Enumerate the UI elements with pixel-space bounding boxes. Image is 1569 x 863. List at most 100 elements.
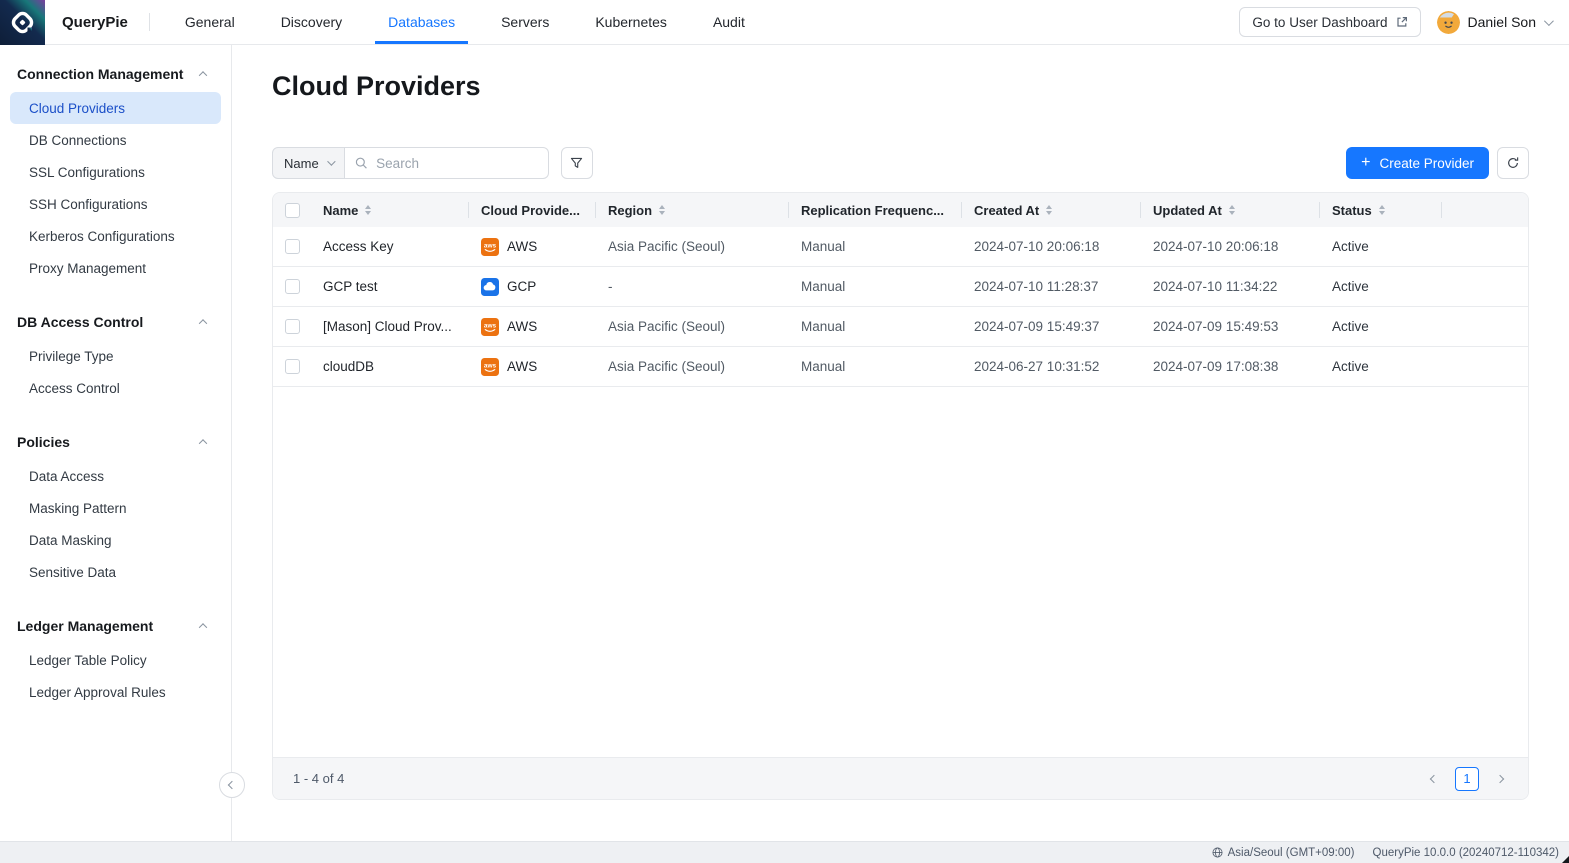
column-header-checkbox[interactable] xyxy=(273,193,311,227)
sidebar-collapse-button[interactable] xyxy=(219,772,245,798)
filter-button[interactable] xyxy=(561,147,593,179)
table-row[interactable]: [Mason] Cloud Prov...awsAWSAsia Pacific … xyxy=(273,307,1528,347)
search-input[interactable] xyxy=(374,155,538,172)
table-row[interactable]: Access KeyawsAWSAsia Pacific (Seoul)Manu… xyxy=(273,227,1528,267)
sort-down-icon xyxy=(1046,211,1052,215)
cell-created-at: 2024-07-10 11:28:37 xyxy=(962,279,1141,294)
sidebar-item-data-masking[interactable]: Data Masking xyxy=(10,524,221,556)
row-checkbox[interactable] xyxy=(285,359,300,374)
aws-icon: aws xyxy=(481,358,499,376)
sort-icon xyxy=(1046,205,1052,215)
column-label: Replication Frequenc... xyxy=(801,203,944,218)
svg-text:aws: aws xyxy=(484,322,497,329)
sort-down-icon xyxy=(659,211,665,215)
cell-cloud-provider: awsAWS xyxy=(469,238,596,256)
provider-label: GCP xyxy=(507,279,536,294)
sidebar-item-privilege-type[interactable]: Privilege Type xyxy=(10,340,221,372)
sidebar-item-proxy-management[interactable]: Proxy Management xyxy=(10,252,221,284)
previous-page-button[interactable] xyxy=(1426,771,1442,787)
next-page-button[interactable] xyxy=(1492,771,1508,787)
cell-cloud-provider: aws AWS xyxy=(469,358,596,376)
content-area: Connection ManagementCloud ProvidersDB C… xyxy=(0,45,1569,841)
tab-servers[interactable]: Servers xyxy=(488,0,562,44)
sidebar-section-db-access-control: DB Access Control Privilege TypeAccess Co… xyxy=(0,311,231,404)
cell-checkbox xyxy=(273,239,311,254)
provider-label: AWS xyxy=(507,359,537,374)
column-header-status[interactable]: Status xyxy=(1320,193,1442,227)
select-all-checkbox[interactable] xyxy=(285,203,300,218)
sidebar-item-data-access[interactable]: Data Access xyxy=(10,460,221,492)
table-row[interactable]: cloudDBawsAWSAsia Pacific (Seoul)Manual2… xyxy=(273,347,1528,387)
sidebar-section-title: Ledger Management xyxy=(17,618,153,634)
user-menu[interactable]: Daniel Son xyxy=(1437,11,1552,34)
status-bar: Asia/Seoul (GMT+09:00) QueryPie 10.0.0 (… xyxy=(0,841,1569,863)
sidebar-section-header-policies[interactable]: Policies xyxy=(0,431,231,453)
sort-icon xyxy=(365,205,371,215)
sidebar-item-ledger-table-policy[interactable]: Ledger Table Policy xyxy=(10,644,221,676)
sidebar-item-kerberos-configurations[interactable]: Kerberos Configurations xyxy=(10,220,221,252)
avatar xyxy=(1437,11,1460,34)
sort-up-icon xyxy=(1229,205,1235,209)
sidebar-item-ssl-configurations[interactable]: SSL Configurations xyxy=(10,156,221,188)
column-header-region[interactable]: Region xyxy=(596,193,789,227)
cell-created-at: 2024-06-27 10:31:52 xyxy=(962,359,1141,374)
column-header-name[interactable]: Name xyxy=(311,193,469,227)
sidebar-section-policies: Policies Data AccessMasking PatternData M… xyxy=(0,431,231,588)
sort-up-icon xyxy=(1046,205,1052,209)
sort-icon xyxy=(1229,205,1235,215)
table-row[interactable]: GCP testGCP-Manual2024-07-10 11:28:37202… xyxy=(273,267,1528,307)
sidebar-item-cloud-providers[interactable]: Cloud Providers xyxy=(10,92,221,124)
create-provider-label: Create Provider xyxy=(1379,156,1474,171)
search-field-label: Name xyxy=(284,156,319,171)
sidebar-section-header-ledger-management[interactable]: Ledger Management xyxy=(0,615,231,637)
sidebar-item-ssh-configurations[interactable]: SSH Configurations xyxy=(10,188,221,220)
cell-cloud-provider: awsAWS xyxy=(469,318,596,336)
querypie-logo-icon[interactable] xyxy=(0,0,45,45)
sidebar-item-db-connections[interactable]: DB Connections xyxy=(10,124,221,156)
user-name: Daniel Son xyxy=(1468,14,1537,30)
cell-replication-frequency: Manual xyxy=(789,319,962,334)
chevron-up-icon xyxy=(199,71,207,79)
cell-created-at: 2024-07-09 15:49:37 xyxy=(962,319,1141,334)
sidebar-section-connection-management: Connection Management Cloud ProvidersDB C… xyxy=(0,63,231,284)
sidebar-section-ledger-management: Ledger Management Ledger Table PolicyLedg… xyxy=(0,615,231,708)
sidebar-item-ledger-approval-rules[interactable]: Ledger Approval Rules xyxy=(10,676,221,708)
cell-name: [Mason] Cloud Prov... xyxy=(311,319,469,334)
tab-audit[interactable]: Audit xyxy=(700,0,758,44)
tab-discovery[interactable]: Discovery xyxy=(268,0,355,44)
brand-name[interactable]: QueryPie xyxy=(45,0,149,44)
tab-general[interactable]: General xyxy=(172,0,248,44)
search-field-selector[interactable]: Name xyxy=(272,147,345,179)
cell-status: Active xyxy=(1320,319,1442,334)
cell-name: GCP test xyxy=(311,279,469,294)
tab-databases[interactable]: Databases xyxy=(375,0,468,44)
sidebar-item-sensitive-data[interactable]: Sensitive Data xyxy=(10,556,221,588)
sidebar-section-header-db-access-control[interactable]: DB Access Control xyxy=(0,311,231,333)
sidebar-section-title: Policies xyxy=(17,434,70,450)
sidebar-item-access-control[interactable]: Access Control xyxy=(10,372,221,404)
column-label: Updated At xyxy=(1153,203,1222,218)
page-title: Cloud Providers xyxy=(272,69,1529,103)
column-label: Name xyxy=(323,203,358,218)
gcp-icon xyxy=(481,278,499,296)
chevron-left-icon xyxy=(228,781,236,789)
column-header-created-at[interactable]: Created At xyxy=(962,193,1141,227)
page-number-button[interactable]: 1 xyxy=(1455,767,1479,791)
refresh-button[interactable] xyxy=(1497,147,1529,179)
cell-updated-at: 2024-07-09 15:49:53 xyxy=(1141,319,1320,334)
column-header-spacer xyxy=(1442,193,1528,227)
row-checkbox[interactable] xyxy=(285,239,300,254)
sort-icon xyxy=(659,205,665,215)
tab-kubernetes[interactable]: Kubernetes xyxy=(582,0,680,44)
row-checkbox[interactable] xyxy=(285,319,300,334)
cell-region: Asia Pacific (Seoul) xyxy=(596,359,789,374)
create-provider-button[interactable]: + Create Provider xyxy=(1346,147,1489,179)
row-checkbox[interactable] xyxy=(285,279,300,294)
sidebar-item-masking-pattern[interactable]: Masking Pattern xyxy=(10,492,221,524)
svg-text:aws: aws xyxy=(484,242,497,249)
column-header-updated-at[interactable]: Updated At xyxy=(1141,193,1320,227)
funnel-icon xyxy=(569,156,584,171)
sidebar-section-header-connection-management[interactable]: Connection Management xyxy=(0,63,231,85)
go-to-user-dashboard-button[interactable]: Go to User Dashboard xyxy=(1239,7,1420,37)
cell-updated-at: 2024-07-10 11:34:22 xyxy=(1141,279,1320,294)
